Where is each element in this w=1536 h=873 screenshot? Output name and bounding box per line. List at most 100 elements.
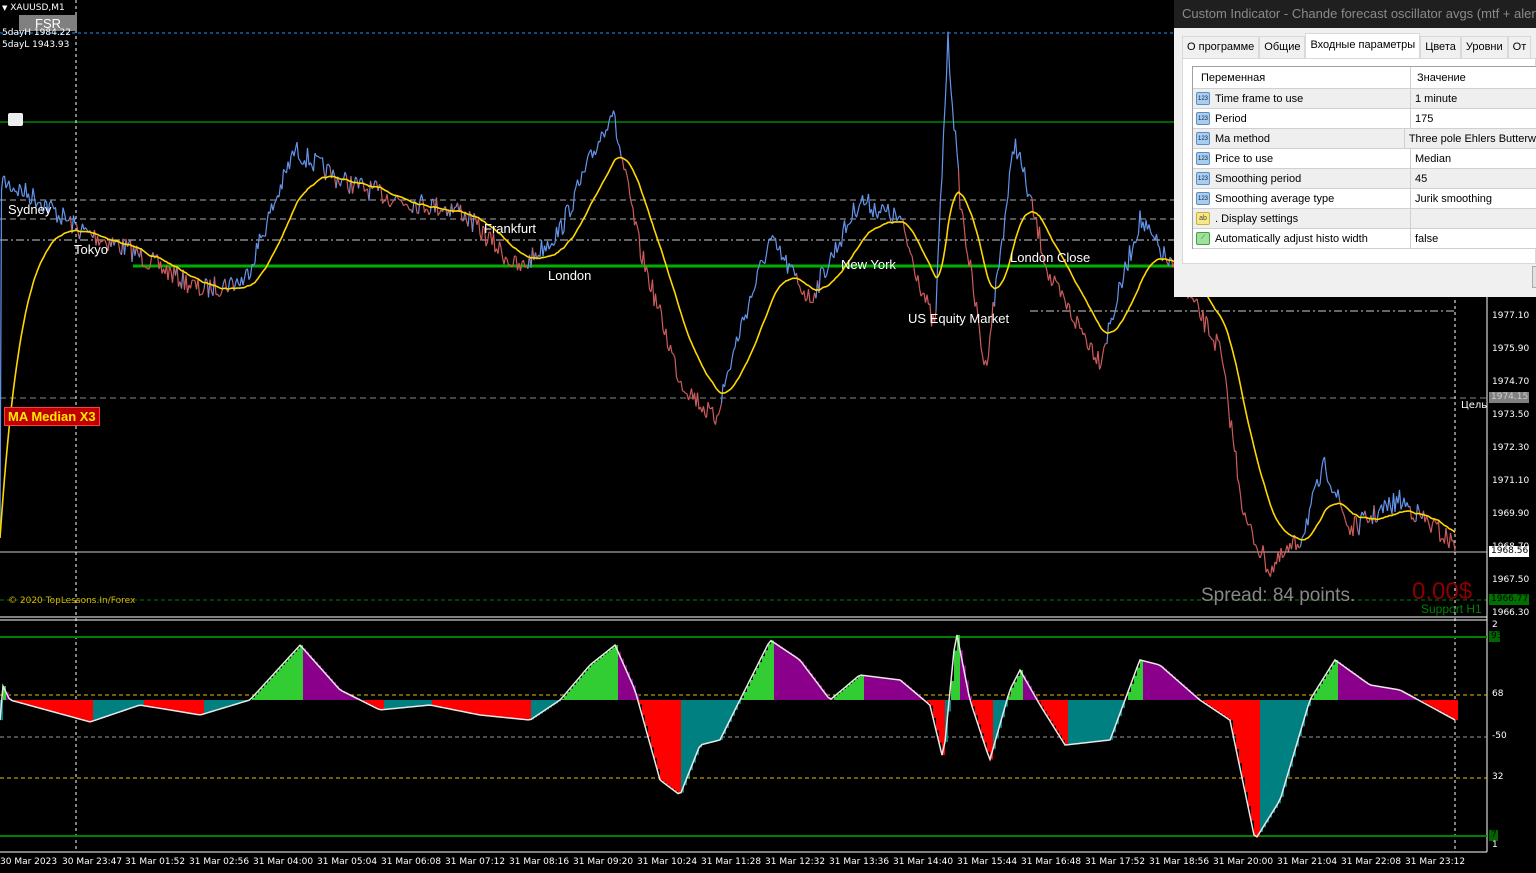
histogram-bar bbox=[1218, 700, 1221, 713]
histogram-bar bbox=[99, 700, 102, 719]
column-value[interactable]: Значение bbox=[1411, 72, 1466, 84]
parameter-value[interactable]: Jurik smoothing bbox=[1411, 193, 1492, 205]
price-segment bbox=[81, 223, 85, 230]
histogram-bar bbox=[378, 700, 381, 709]
histogram-bar bbox=[900, 680, 903, 700]
price-segment bbox=[638, 233, 642, 259]
parameter-name: Smoothing period bbox=[1215, 172, 1302, 185]
price-segment bbox=[711, 406, 715, 421]
histogram-bar bbox=[1275, 700, 1278, 809]
price-segment bbox=[350, 176, 354, 194]
price-segment bbox=[1406, 502, 1410, 508]
price-segment bbox=[1331, 491, 1334, 494]
price-segment bbox=[480, 225, 484, 241]
parameter-row[interactable]: 123 Smoothing average type Jurik smoothing bbox=[1193, 189, 1536, 209]
price-segment bbox=[246, 268, 250, 280]
price-segment bbox=[512, 255, 516, 266]
histogram-bar bbox=[672, 700, 675, 790]
parameter-value[interactable]: Three pole Ehlers Butterw bbox=[1405, 133, 1536, 145]
price-segment bbox=[608, 115, 612, 122]
histogram-bar bbox=[96, 700, 99, 720]
parameter-row[interactable]: 123 Smoothing period 45 bbox=[1193, 169, 1536, 189]
parameter-row[interactable]: 123 Price to use Median bbox=[1193, 149, 1536, 169]
tab-inputs[interactable]: Входные параметры bbox=[1305, 33, 1421, 58]
parameter-value[interactable]: false bbox=[1411, 233, 1438, 245]
histogram-bar bbox=[795, 656, 798, 700]
parameter-value[interactable]: 175 bbox=[1411, 113, 1433, 125]
histogram-bar bbox=[45, 700, 48, 710]
histogram-bar bbox=[612, 647, 615, 700]
price-segment bbox=[1346, 525, 1349, 528]
parameter-value[interactable]: 1 minute bbox=[1411, 93, 1457, 105]
parameter-value[interactable]: Median bbox=[1411, 153, 1451, 165]
tab-levels[interactable]: Уровни bbox=[1460, 36, 1508, 58]
histogram-bar bbox=[153, 700, 156, 708]
price-segment bbox=[422, 200, 426, 213]
histogram-bar bbox=[975, 700, 978, 716]
histogram-bar bbox=[801, 661, 804, 700]
histogram-bar bbox=[567, 691, 570, 700]
histogram-bar bbox=[852, 681, 855, 700]
price-segment bbox=[67, 219, 70, 222]
price-segment bbox=[1412, 517, 1416, 523]
histogram-bar bbox=[1245, 700, 1248, 792]
ok-button[interactable] bbox=[1532, 266, 1536, 288]
tab-visualization[interactable]: От bbox=[1507, 36, 1532, 58]
price-segment bbox=[1109, 317, 1113, 325]
price-segment bbox=[20, 187, 24, 197]
price-segment bbox=[546, 240, 550, 250]
histogram-bar bbox=[654, 700, 657, 759]
histogram-bar bbox=[717, 700, 720, 741]
price-segment bbox=[727, 369, 730, 373]
price-segment bbox=[948, 69, 952, 91]
tab-about[interactable]: О программе bbox=[1182, 36, 1260, 58]
parameter-row[interactable]: ⟋ Automatically adjust histo width false bbox=[1193, 229, 1536, 249]
price-segment bbox=[717, 409, 721, 415]
column-variable[interactable]: Переменная bbox=[1193, 67, 1411, 88]
histogram-bar bbox=[282, 664, 285, 700]
price-segment bbox=[563, 208, 567, 232]
price-segment bbox=[926, 294, 930, 305]
parameter-row[interactable]: 123 Period 175 bbox=[1193, 109, 1536, 129]
price-segment bbox=[1317, 484, 1321, 487]
price-segment bbox=[428, 211, 432, 216]
price-segment bbox=[1053, 275, 1057, 282]
price-segment bbox=[1077, 320, 1081, 329]
histogram-bar bbox=[1167, 671, 1170, 700]
price-segment bbox=[1344, 520, 1348, 527]
histogram-bar bbox=[1428, 700, 1431, 706]
price-segment bbox=[594, 149, 598, 156]
spread-label: Spread: 84 points. bbox=[1201, 585, 1356, 606]
collapse-button[interactable] bbox=[8, 113, 23, 126]
parameter-row[interactable]: ab . Display settings bbox=[1193, 209, 1536, 229]
histogram-bar bbox=[1389, 688, 1392, 700]
price-segment bbox=[332, 169, 336, 176]
price-segment bbox=[774, 238, 778, 250]
price-segment bbox=[1308, 504, 1312, 510]
session-sydney: Sydney bbox=[8, 202, 52, 217]
histogram-bar bbox=[291, 655, 294, 700]
indicator-properties-dialog[interactable]: Custom Indicator - Chande forecast oscil… bbox=[1174, 0, 1536, 297]
histogram-bar bbox=[114, 700, 117, 714]
parameter-row[interactable]: 123 Time frame to use 1 minute bbox=[1193, 89, 1536, 109]
parameter-value[interactable]: 45 bbox=[1411, 173, 1427, 185]
price-segment bbox=[571, 210, 574, 213]
price-segment bbox=[729, 358, 733, 370]
histogram-bar bbox=[1221, 700, 1224, 715]
histogram-bar bbox=[162, 700, 165, 709]
price-segment bbox=[723, 379, 727, 387]
price-segment bbox=[941, 133, 945, 178]
histogram-bar bbox=[516, 700, 519, 719]
price-segment bbox=[651, 279, 655, 307]
price-segment bbox=[1028, 193, 1031, 196]
parameter-row[interactable]: 123 Ma method Three pole Ehlers Butterw bbox=[1193, 129, 1536, 149]
histogram-bar bbox=[1224, 700, 1227, 717]
histogram-bar bbox=[384, 700, 387, 710]
price-segment bbox=[1430, 523, 1434, 533]
tab-common[interactable]: Общие bbox=[1259, 36, 1306, 58]
histogram-bar bbox=[486, 700, 489, 716]
histogram-bar bbox=[1092, 700, 1095, 743]
price-segment bbox=[624, 168, 628, 176]
histogram-bar bbox=[1359, 677, 1362, 700]
tab-colors[interactable]: Цвета bbox=[1420, 36, 1461, 58]
